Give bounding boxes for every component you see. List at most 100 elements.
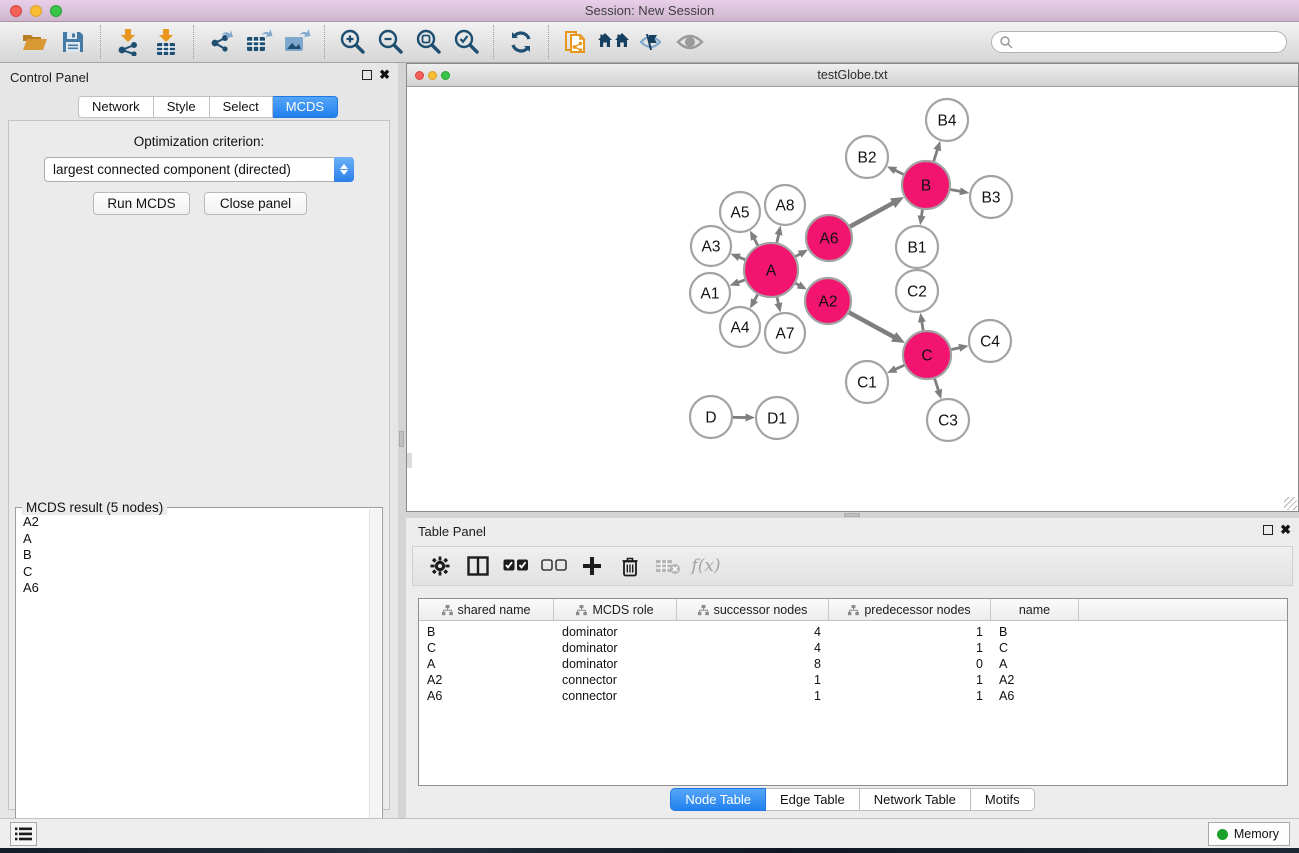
graph-node-A[interactable]: A (744, 243, 798, 297)
graph-node-A5[interactable]: A5 (720, 192, 760, 232)
table-row[interactable]: A6connector11A6 (419, 688, 1287, 704)
cell-predecessor-nodes[interactable]: 1 (829, 689, 991, 703)
cell-successor-nodes[interactable]: 8 (677, 657, 829, 671)
network-zoom-button[interactable] (441, 71, 450, 80)
add-column-button[interactable] (575, 550, 609, 582)
tab-motifs[interactable]: Motifs (971, 788, 1035, 811)
tab-network-table[interactable]: Network Table (860, 788, 971, 811)
close-panel-button[interactable]: Close panel (204, 192, 307, 215)
cell-shared-name[interactable]: A6 (419, 689, 554, 703)
column-header-MCDS-role[interactable]: MCDS role (554, 599, 677, 621)
mcds-result-item[interactable]: C (17, 564, 369, 581)
table-row[interactable]: Adominator80A (419, 656, 1287, 672)
graph-node-B[interactable]: B (902, 161, 950, 209)
cell-shared-name[interactable]: B (419, 625, 554, 639)
tab-mcds[interactable]: MCDS (273, 96, 338, 118)
cell-predecessor-nodes[interactable]: 1 (829, 641, 991, 655)
cell-successor-nodes[interactable]: 4 (677, 641, 829, 655)
cell-predecessor-nodes[interactable]: 1 (829, 625, 991, 639)
tab-network[interactable]: Network (78, 96, 154, 118)
zoom-in-button[interactable] (333, 26, 371, 58)
table-row[interactable]: A2connector11A2 (419, 672, 1287, 688)
node-table[interactable]: shared nameMCDS rolesuccessor nodesprede… (418, 598, 1288, 786)
mcds-result-list[interactable]: A2ABCA6 (17, 514, 369, 851)
mcds-result-item[interactable]: B (17, 547, 369, 564)
cell-name[interactable]: A2 (991, 673, 1079, 687)
graph-node-C[interactable]: C (903, 331, 951, 379)
run-mcds-button[interactable]: Run MCDS (93, 192, 190, 215)
mcds-result-item[interactable]: A (17, 531, 369, 548)
save-session-button[interactable] (54, 26, 92, 58)
zoom-selected-button[interactable] (447, 26, 485, 58)
cell-successor-nodes[interactable]: 1 (677, 689, 829, 703)
cell-shared-name[interactable]: A (419, 657, 554, 671)
zoom-out-button[interactable] (371, 26, 409, 58)
cell-name[interactable]: B (991, 625, 1079, 639)
edge-A6-B[interactable] (849, 202, 894, 227)
column-header-name[interactable]: name (991, 599, 1079, 621)
graph-node-A7[interactable]: A7 (765, 313, 805, 353)
network-resize-grip[interactable] (1284, 497, 1297, 510)
graph-node-B4[interactable]: B4 (926, 99, 968, 141)
close-table-panel-icon[interactable]: ✖ (1280, 525, 1291, 535)
graph-node-C1[interactable]: C1 (846, 361, 888, 403)
tab-select[interactable]: Select (210, 96, 273, 118)
task-history-button[interactable] (10, 822, 37, 846)
duplicate-network-button[interactable] (557, 26, 595, 58)
cell-MCDS-role[interactable]: dominator (554, 657, 677, 671)
delete-table-button[interactable] (651, 550, 685, 582)
cell-name[interactable]: A6 (991, 689, 1079, 703)
cell-successor-nodes[interactable]: 4 (677, 625, 829, 639)
search-input[interactable] (1013, 35, 1286, 49)
memory-button[interactable]: Memory (1208, 822, 1290, 846)
delete-column-button[interactable] (613, 550, 647, 582)
function-builder-button[interactable]: f(x) (689, 550, 723, 582)
graph-node-B2[interactable]: B2 (846, 136, 888, 178)
column-header-successor-nodes[interactable]: successor nodes (677, 599, 829, 621)
network-vscroll-stub[interactable] (407, 453, 412, 468)
graph-node-A4[interactable]: A4 (720, 307, 760, 347)
graph-node-B1[interactable]: B1 (896, 226, 938, 268)
import-network-button[interactable] (109, 26, 147, 58)
network-window-titlebar[interactable]: testGlobe.txt (407, 64, 1298, 87)
tab-edge-table[interactable]: Edge Table (766, 788, 860, 811)
settings-gear-button[interactable] (423, 550, 457, 582)
close-panel-icon[interactable]: ✖ (379, 70, 390, 80)
graph-node-A8[interactable]: A8 (765, 185, 805, 225)
cell-MCDS-role[interactable]: dominator (554, 625, 677, 639)
export-image-button[interactable] (278, 26, 316, 58)
graph-node-A3[interactable]: A3 (691, 226, 731, 266)
cell-name[interactable]: C (991, 641, 1079, 655)
cell-predecessor-nodes[interactable]: 0 (829, 657, 991, 671)
export-network-button[interactable] (202, 26, 240, 58)
select-all-button[interactable] (499, 550, 533, 582)
graph-node-C3[interactable]: C3 (927, 399, 969, 441)
tab-node-table[interactable]: Node Table (670, 788, 766, 811)
export-table-button[interactable] (240, 26, 278, 58)
open-file-button[interactable] (16, 26, 54, 58)
refresh-button[interactable] (502, 26, 540, 58)
graph-node-A1[interactable]: A1 (690, 273, 730, 313)
deselect-all-button[interactable] (537, 550, 571, 582)
network-close-button[interactable] (415, 71, 424, 80)
graph-node-A6[interactable]: A6 (806, 215, 852, 261)
float-table-panel-icon[interactable] (1263, 525, 1273, 535)
criterion-select[interactable]: largest connected component (directed) (44, 157, 354, 182)
cell-shared-name[interactable]: A2 (419, 673, 554, 687)
column-header-predecessor-nodes[interactable]: predecessor nodes (829, 599, 991, 621)
mcds-result-item[interactable]: A6 (17, 580, 369, 597)
vertical-splitter[interactable] (398, 63, 406, 818)
float-panel-icon[interactable] (362, 70, 372, 80)
show-graphics-button[interactable] (671, 26, 709, 58)
column-header-shared-name[interactable]: shared name (419, 599, 554, 621)
home-layout-button[interactable] (595, 26, 633, 58)
table-row[interactable]: Cdominator41C (419, 640, 1287, 656)
network-canvas[interactable]: B4B2BB3A8A5A6A3B1AC2A1A2A4A7C4CC1DD1C3 (407, 87, 1298, 511)
graph-node-A2[interactable]: A2 (805, 278, 851, 324)
edge-C-C3[interactable] (934, 378, 939, 392)
search-field[interactable] (991, 31, 1287, 53)
cell-MCDS-role[interactable]: connector (554, 673, 677, 687)
edge-B-B4[interactable] (933, 148, 938, 162)
graph-node-B3[interactable]: B3 (970, 176, 1012, 218)
graph-node-D[interactable]: D (690, 396, 732, 438)
